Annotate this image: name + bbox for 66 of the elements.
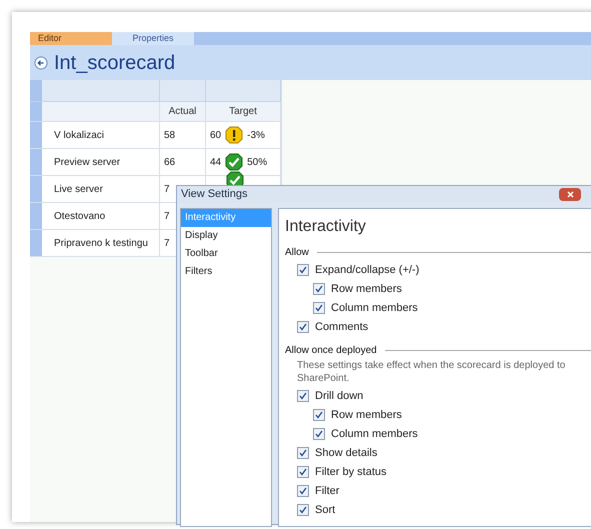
- checkbox[interactable]: [297, 447, 309, 459]
- close-button[interactable]: [559, 188, 581, 201]
- table-cell: Live server: [42, 176, 160, 202]
- checkbox-label: Row members: [331, 282, 402, 297]
- group-label: Allow once deployed: [285, 344, 377, 358]
- close-icon: [566, 190, 574, 198]
- checkbox-label: Show details: [315, 446, 378, 461]
- checkbox-label: Row members: [331, 408, 402, 423]
- table-cell-text: 60: [210, 128, 222, 142]
- checkmark-icon: [299, 468, 307, 476]
- checkmark-icon: [315, 411, 323, 419]
- checkmark-icon: [299, 266, 307, 274]
- row-header: [30, 230, 42, 256]
- row-header: [30, 149, 42, 175]
- checkbox-label: Comments: [315, 320, 368, 335]
- table-cell: V lokalizaci: [42, 122, 160, 148]
- row-header: [30, 122, 42, 148]
- checkmark-icon: [315, 430, 323, 438]
- table-cell-text: -3%: [247, 128, 265, 142]
- checkmark-icon: [315, 285, 323, 293]
- checkbox-label: Filter by status: [315, 464, 387, 480]
- checkbox[interactable]: [297, 390, 309, 402]
- checkbox-label: Sort: [315, 502, 336, 518]
- tab[interactable]: Properties: [112, 32, 194, 45]
- table-cell: Pripraveno k testingu: [42, 230, 160, 256]
- checkmark-icon: [225, 153, 244, 171]
- checkmark-icon: [299, 392, 307, 400]
- table-cell: Preview server: [42, 149, 160, 175]
- table-cell: 58: [160, 122, 206, 148]
- checkbox-label: Expand/collapse (+/-): [315, 262, 420, 278]
- checkbox-label: Filter: [315, 484, 340, 499]
- checkbox[interactable]: [313, 428, 325, 440]
- warning-icon: [225, 126, 244, 144]
- nav-item[interactable]: Filters: [181, 262, 271, 280]
- checkbox[interactable]: [313, 302, 325, 314]
- column-header: Actual: [160, 102, 206, 121]
- checkbox[interactable]: [297, 504, 309, 516]
- checkmark-icon: [299, 487, 307, 495]
- column-header: Target: [206, 102, 281, 121]
- table-cell-text: 44: [210, 156, 222, 170]
- checkmark-icon: [299, 323, 307, 331]
- checkmark-icon: [315, 304, 323, 312]
- checkbox-label: Drill down: [315, 388, 364, 404]
- checkbox[interactable]: [297, 466, 309, 478]
- row-header: [30, 176, 42, 202]
- checkbox[interactable]: [313, 283, 325, 295]
- page-title: Int_scorecard: [54, 50, 176, 76]
- checkbox[interactable]: [297, 321, 309, 333]
- corner-header: [30, 80, 42, 101]
- checkbox[interactable]: [297, 264, 309, 276]
- checkbox-label: Column members: [331, 300, 418, 316]
- row-header: [30, 102, 42, 121]
- table-cell: Otestovano: [42, 203, 160, 229]
- checkbox-label: Column members: [331, 426, 418, 442]
- table-cell-text: 50%: [247, 156, 268, 170]
- tab[interactable]: Editor: [30, 32, 112, 45]
- panel-heading: Interactivity: [285, 216, 367, 236]
- row-header: [30, 203, 42, 229]
- checkmark-icon: [299, 506, 307, 514]
- table-cell: 66: [160, 149, 206, 175]
- checkmark-icon: [299, 449, 307, 457]
- group-label: Allow: [285, 246, 309, 260]
- checkbox[interactable]: [313, 409, 325, 421]
- back-icon[interactable]: [34, 56, 48, 70]
- group-note: These settings take effect when the scorecard is deployed to SharePoint.: [296, 358, 566, 384]
- checkbox[interactable]: [297, 485, 309, 497]
